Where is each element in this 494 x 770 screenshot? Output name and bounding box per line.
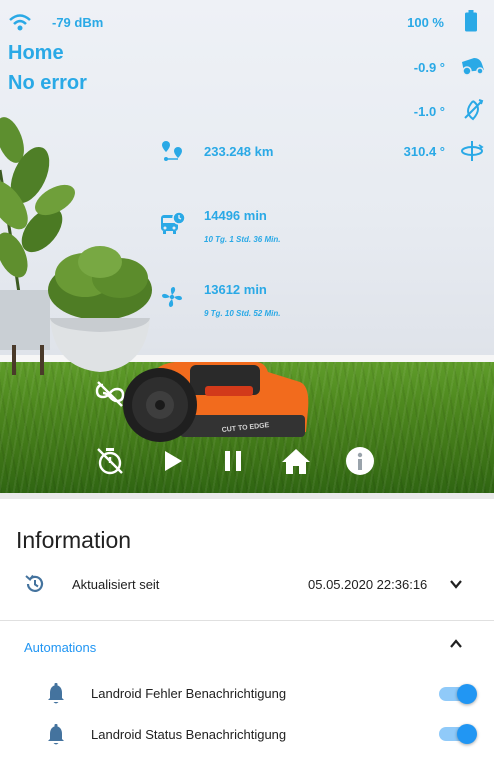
automation-label: Landroid Fehler Benachrichtigung [91,686,287,701]
chevron-up-icon[interactable] [448,636,464,657]
blade-time-value: 13612 min [204,282,267,297]
toggle-knob [457,684,477,704]
pause-icon [225,451,241,471]
bell-icon [46,683,66,710]
info-button[interactable] [343,444,377,478]
robot-mower-image [123,362,309,442]
error-status: No error [8,72,87,94]
work-time-value: 14496 min [204,208,267,223]
roll-value: -1.0 ° [413,104,445,119]
wifi-icon [8,12,32,37]
work-time-detail: 10 Tg. 1 Std. 36 Min. [204,235,281,244]
automations-header[interactable]: Automations [24,640,96,655]
automation-toggle[interactable] [439,724,477,744]
card-divider [0,620,494,621]
home-icon [282,449,310,474]
toggle-knob [457,724,477,744]
automation-label: Landroid Status Benachrichtigung [91,727,287,742]
pause-button[interactable] [216,444,250,478]
battery-value: 100 % [407,15,444,30]
fan-blade-icon [160,285,184,314]
automation-toggle[interactable] [439,684,477,704]
pitch-value: -0.9 ° [413,60,445,75]
potted-plant-bowl [48,246,152,372]
info-icon [346,447,374,475]
mower-status-card: CUT TO EDGE -79 dBm 100 % Home No error … [0,0,494,493]
wifi-signal-value: -79 dBm [52,15,104,30]
bus-clock-icon [160,210,186,241]
edge-cut-off-button[interactable] [93,377,127,411]
distance-value: 233.248 km [204,144,274,159]
pitch-mower-icon [460,56,486,81]
bell-icon [46,724,66,751]
home-button[interactable] [279,444,313,478]
timer-off-icon [97,448,123,475]
battery-icon [465,10,477,37]
yaw-axis-icon [460,139,484,168]
timer-off-button[interactable] [93,444,127,478]
blade-time-detail: 9 Tg. 10 Std. 52 Min. [204,309,281,318]
route-distance-icon [160,139,184,168]
play-icon [165,451,182,471]
zone-name: Home [8,42,64,64]
edge-cut-off-icon [95,381,125,407]
start-button[interactable] [155,444,189,478]
card-title: Information [16,527,132,553]
chevron-down-icon[interactable] [448,576,464,597]
updated-label: Aktualisiert seit [72,577,160,592]
history-icon [24,573,46,600]
yaw-value: 310.4 ° [403,144,445,159]
roll-axis-icon [461,98,485,127]
updated-value: 05.05.2020 22:36:16 [308,577,428,592]
